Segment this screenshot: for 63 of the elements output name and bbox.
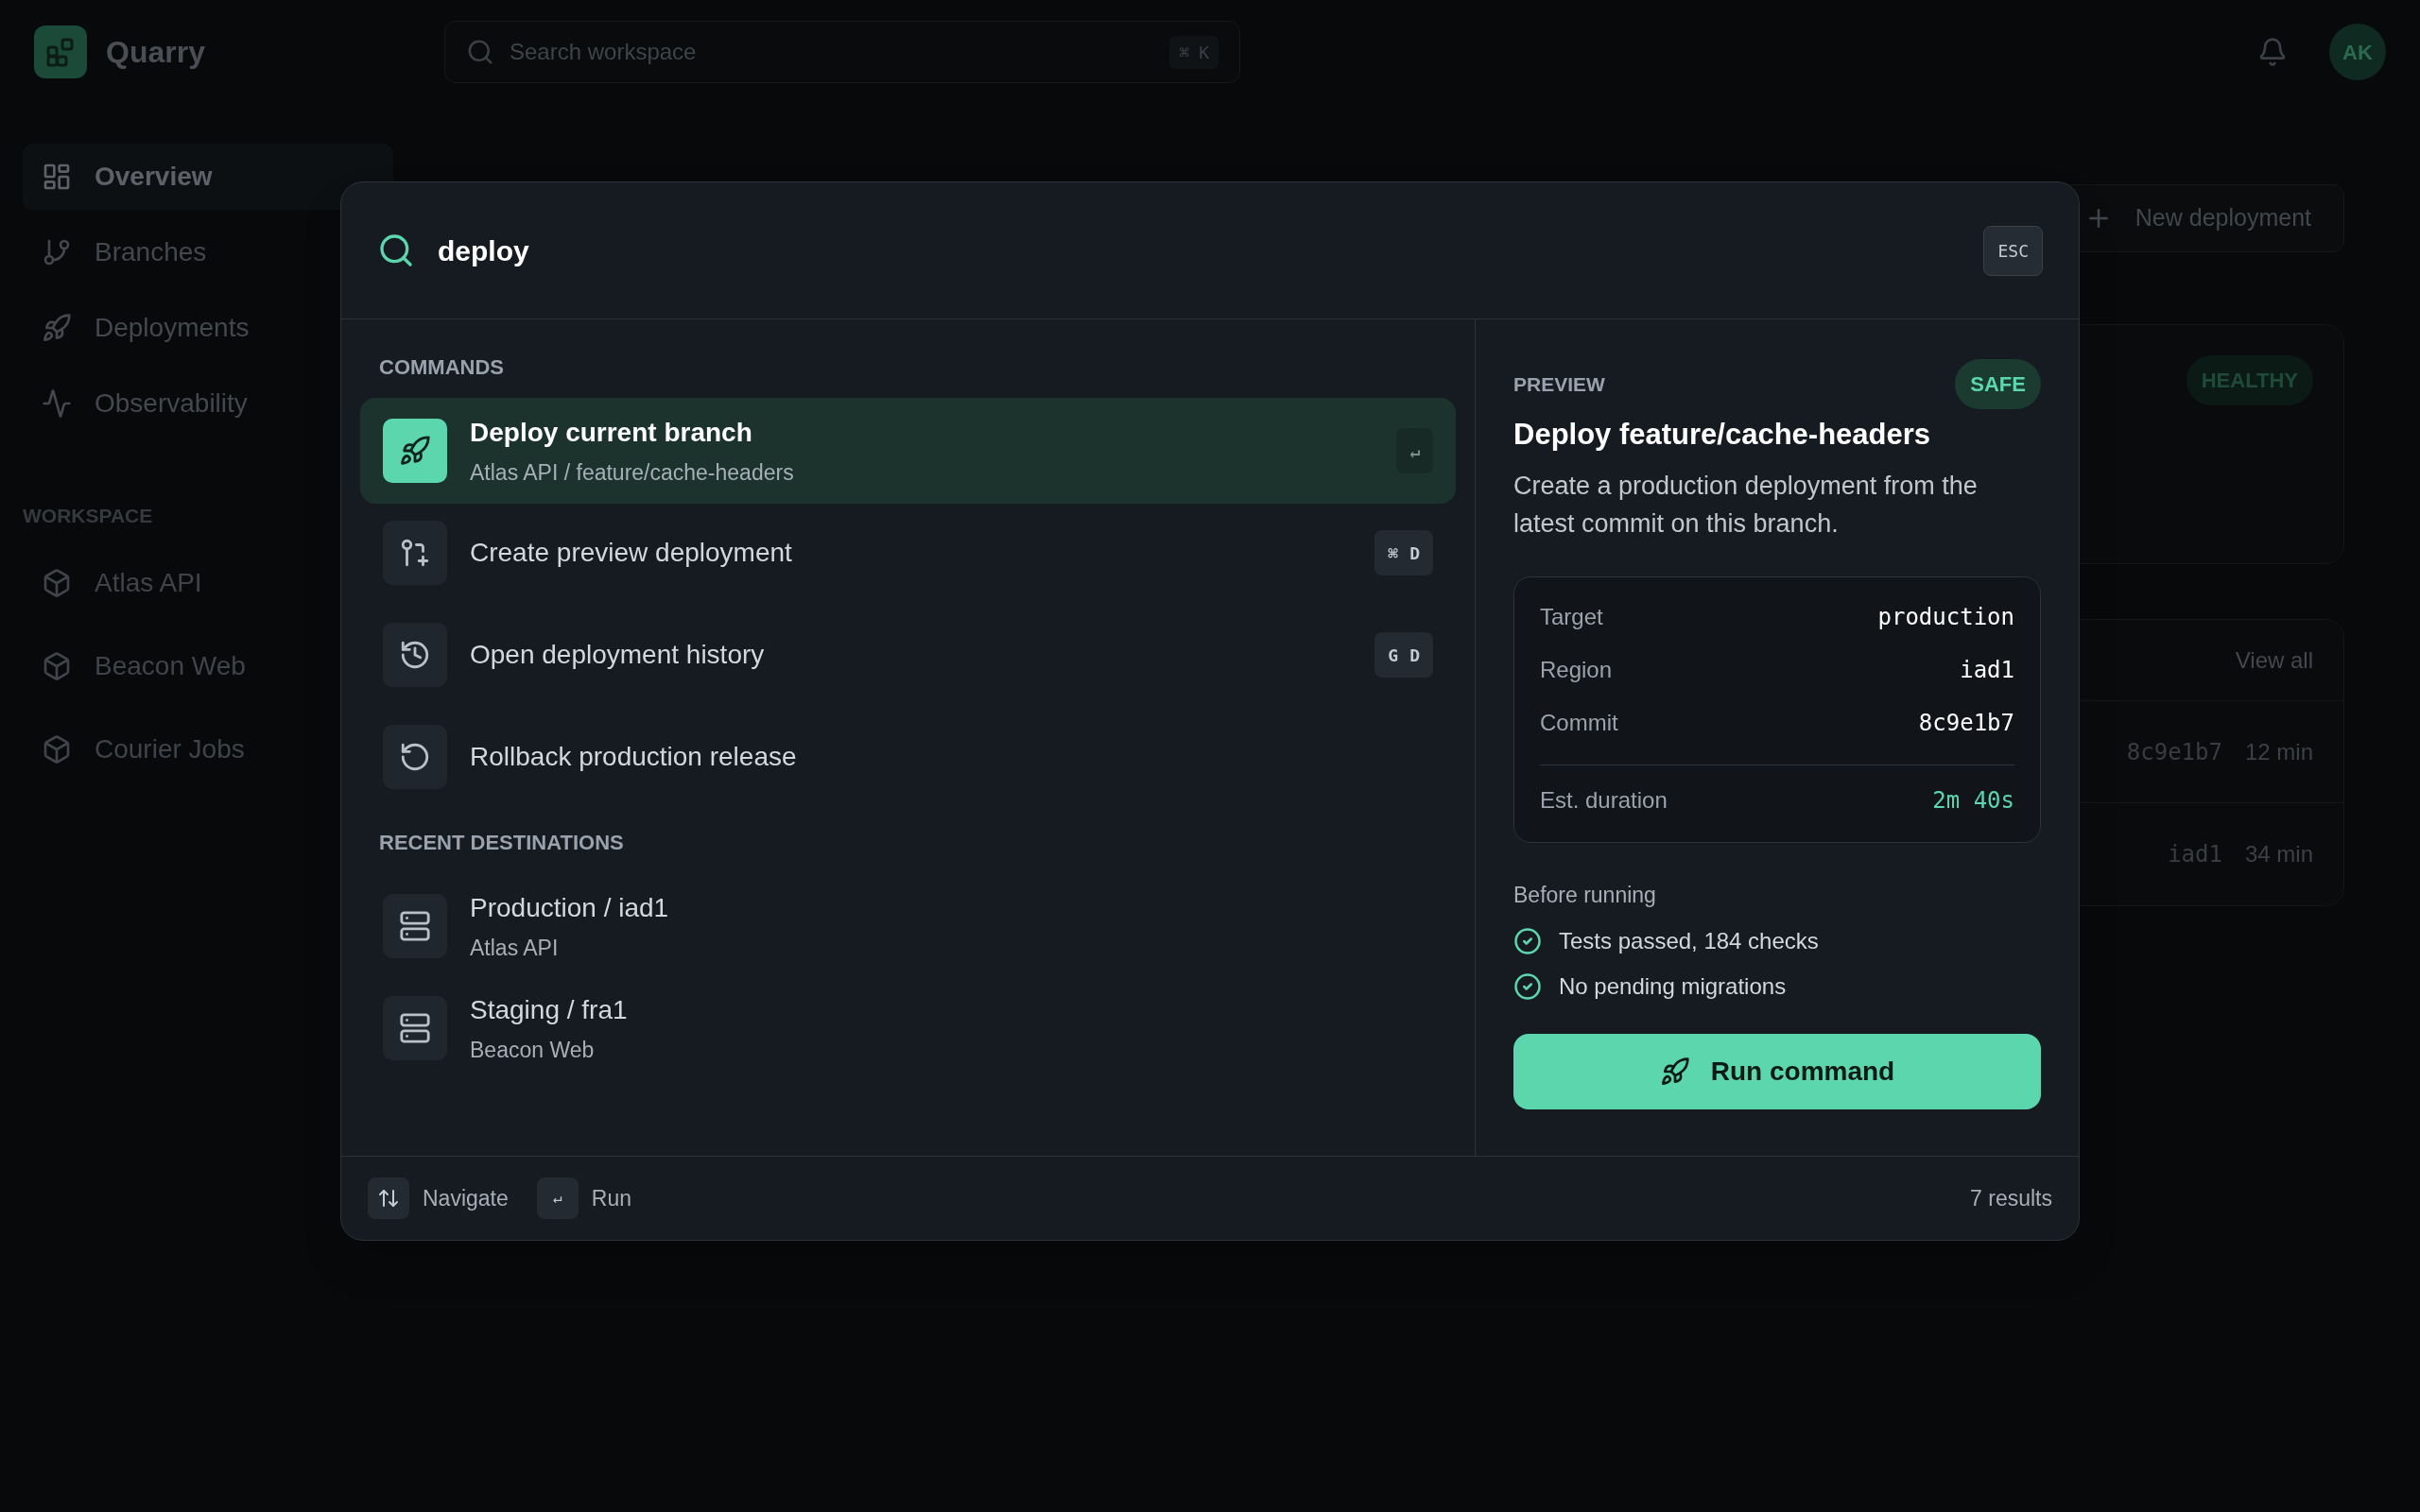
rocket-icon	[42, 313, 72, 343]
detail-value: 8c9e1b7	[1918, 708, 2014, 738]
sidebar-item[interactable]: Branches	[23, 219, 393, 285]
pull-request-icon	[399, 537, 431, 569]
logo-icon	[34, 26, 87, 78]
user-avatar[interactable]: AK	[2329, 24, 2386, 80]
duration-value: 2m 40s	[1932, 786, 2014, 816]
branch-icon	[42, 237, 72, 267]
server-icon	[399, 910, 431, 942]
hint-label: Navigate	[423, 1184, 509, 1212]
rotate-icon	[399, 741, 431, 773]
detail-value: iad1	[1960, 655, 2014, 685]
detail-label: Target	[1540, 602, 1603, 631]
detail-value: production	[1877, 602, 2014, 632]
detail-label: Est. duration	[1540, 786, 1668, 815]
detail-label: Commit	[1540, 708, 1618, 737]
preview-label: PREVIEW	[1513, 371, 1605, 397]
command-title: Create preview deployment	[470, 537, 793, 569]
cube-icon	[42, 567, 72, 598]
command-title: Production / iad1	[470, 891, 670, 924]
history-icon	[399, 639, 431, 671]
check-label: Tests passed, 184 checks	[1559, 927, 1819, 955]
table-cell-text: 34 min	[2244, 840, 2313, 868]
cube-icon	[42, 733, 72, 765]
checks-title: Before running	[1513, 881, 1657, 909]
results-count: 7 results	[1970, 1184, 2052, 1212]
shortcut-key: ⌘ D	[1374, 530, 1433, 576]
sidebar-item[interactable]: Overview	[23, 144, 393, 210]
search-icon	[466, 38, 494, 66]
cube-icon	[42, 650, 72, 681]
section-label: RECENT DESTINATIONS	[378, 830, 625, 856]
table-cell-text: 12 min	[2244, 737, 2313, 766]
search-input[interactable]: Search workspace	[510, 35, 1155, 69]
safe-badge: SAFE	[1955, 359, 2041, 409]
command-title: Deploy current branch	[470, 416, 753, 449]
shortcut-key: G D	[1374, 632, 1433, 678]
preview-title: Deploy feature/cache-headers	[1513, 417, 1932, 453]
detail-label: Region	[1540, 655, 1613, 684]
hint-label: Run	[591, 1184, 631, 1212]
run-command-button[interactable]: Run command	[1513, 1034, 2041, 1109]
check-label: No pending migrations	[1559, 972, 1787, 1001]
search-icon	[377, 232, 415, 269]
dashboard-icon	[42, 162, 72, 192]
view-all-link[interactable]: View all	[2235, 643, 2313, 678]
pulse-icon	[42, 388, 72, 419]
app-name: Quarry	[106, 34, 205, 71]
command-title: Open deployment history	[470, 639, 766, 671]
up-down-arrows-icon	[377, 1187, 400, 1210]
shortcut-key: ↵	[1396, 428, 1433, 473]
command-input[interactable]: deploy	[438, 229, 1962, 272]
command-title: Rollback production release	[470, 741, 798, 773]
rocket-icon	[1659, 1057, 1690, 1087]
preview-description: Create a production deployment from the latest commit on this branch.	[1513, 470, 1979, 540]
command-subtitle: Beacon Web	[470, 1036, 596, 1064]
notification-icon[interactable]	[2257, 37, 2288, 67]
command-subtitle: Atlas API	[470, 934, 560, 962]
rocket-icon	[399, 435, 431, 467]
enter-key: ↵	[536, 1177, 579, 1219]
server-icon	[399, 1012, 431, 1044]
command-title: Staging / fra1	[470, 993, 629, 1026]
command-item[interactable]: Deploy current branch Atlas API / feature/cache-headers ↵	[360, 398, 1456, 504]
escape-key[interactable]: ESC	[1983, 225, 2043, 276]
command-subtitle: Atlas API / feature/cache-headers	[470, 458, 795, 487]
